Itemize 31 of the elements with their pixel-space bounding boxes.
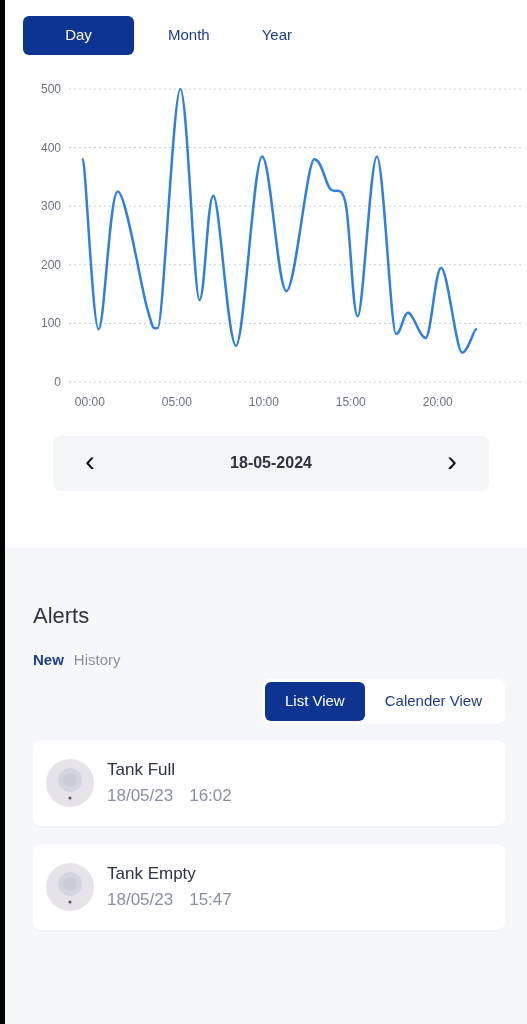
axis-tick-label: 05:00 xyxy=(161,394,192,409)
axis-tick-label: 0 xyxy=(54,374,61,389)
period-tab[interactable]: Day xyxy=(23,16,134,55)
alert-time: 16:02 xyxy=(189,784,232,807)
alert-card[interactable]: Tank Full 18/05/23 16:02 xyxy=(33,739,505,826)
axis-tick-label: 100 xyxy=(40,315,61,330)
axis-tick-label: 300 xyxy=(40,198,61,213)
alert-date: 18/05/23 xyxy=(107,784,174,807)
date-label: 18-05-2024 xyxy=(230,453,312,473)
axis-tick-label: 400 xyxy=(40,140,61,155)
next-button[interactable]: › xyxy=(415,446,489,480)
alert-tab[interactable]: New xyxy=(33,648,70,672)
alert-card[interactable]: Tank Empty 18/05/23 15:47 xyxy=(33,843,505,930)
alert-title: Tank Full xyxy=(107,759,177,782)
axis-tick-label: 20:00 xyxy=(422,394,453,409)
period-tab[interactable]: Month xyxy=(150,16,228,55)
alert-date: 18/05/23 xyxy=(107,888,174,911)
alert-time: 15:47 xyxy=(189,888,232,911)
view-tab[interactable]: List View xyxy=(264,682,365,721)
sensor-icon xyxy=(45,757,95,808)
axis-tick-label: 200 xyxy=(40,257,61,272)
view-tab[interactable]: Calender View xyxy=(364,682,502,721)
section-title: Alerts xyxy=(33,602,91,630)
axis-tick-label: 00:00 xyxy=(74,394,105,409)
axis-tick-label: 15:00 xyxy=(335,394,366,409)
sensor-icon xyxy=(45,861,95,912)
axis-tick-label: 10:00 xyxy=(248,394,279,409)
alert-title: Tank Empty xyxy=(107,863,197,886)
period-tab[interactable]: Year xyxy=(243,16,310,55)
previous-button[interactable]: ‹ xyxy=(53,446,127,480)
axis-tick-label: 500 xyxy=(40,81,61,96)
